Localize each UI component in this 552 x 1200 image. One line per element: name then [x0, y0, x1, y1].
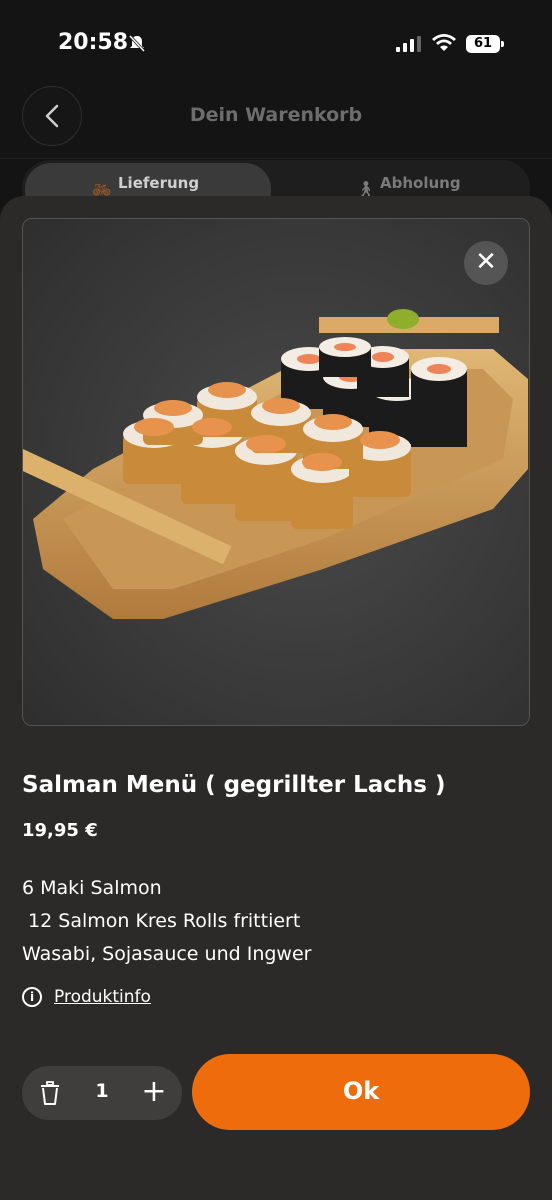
product-description: 6 Maki Salmon 12 Salmon Kres Rolls fritt…	[22, 872, 311, 971]
battery-icon: 61	[466, 35, 500, 53]
close-icon: ✕	[475, 247, 497, 277]
quantity-stepper: 1 +	[22, 1066, 182, 1120]
description-line: 12 Salmon Kres Rolls frittiert	[22, 910, 301, 932]
plus-icon[interactable]: +	[140, 1076, 168, 1108]
product-image	[22, 218, 530, 726]
bell-muted-icon	[128, 34, 146, 52]
status-bar: 20:58 61	[0, 0, 552, 90]
signal-icon	[396, 36, 421, 52]
product-info-link[interactable]: Produktinfo	[54, 987, 151, 1007]
status-time: 20:58	[58, 30, 129, 55]
page-title: Dein Warenkorb	[189, 104, 363, 126]
description-line: 6 Maki Salmon	[22, 877, 162, 899]
product-price: 19,95 €	[22, 820, 98, 841]
ok-button[interactable]: Ok	[192, 1054, 530, 1130]
tab-lieferung-label[interactable]: Lieferung	[118, 174, 199, 192]
battery-tip	[501, 41, 504, 47]
close-button[interactable]: ✕	[464, 241, 508, 285]
ok-button-label: Ok	[342, 1077, 380, 1105]
tab-abholung-label[interactable]: Abholung	[380, 174, 461, 192]
product-title: Salman Menü ( gegrillter Lachs )	[22, 772, 446, 798]
description-line: Wasabi, Sojasauce und Ingwer	[22, 943, 312, 965]
trash-icon[interactable]	[36, 1079, 64, 1107]
info-icon: i	[22, 987, 42, 1007]
quantity-value: 1	[95, 1080, 109, 1102]
wifi-icon	[432, 34, 456, 51]
header-divider	[0, 158, 552, 159]
